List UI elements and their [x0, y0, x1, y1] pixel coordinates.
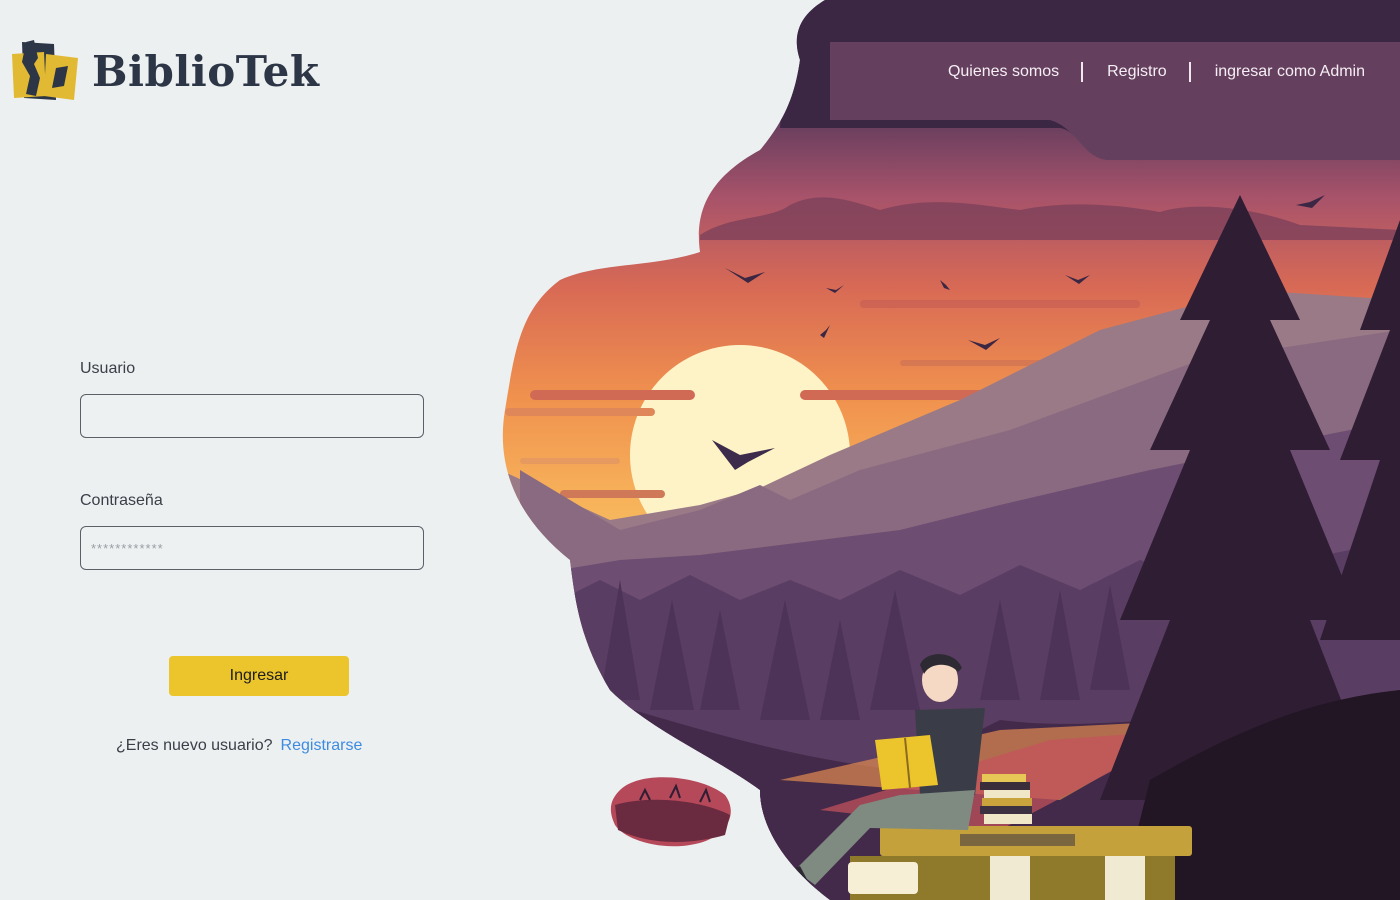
signup-prompt: ¿Eres nuevo usuario? Registrarse — [116, 737, 362, 755]
top-nav: Quienes somos Registro ingresar como Adm… — [948, 62, 1365, 82]
password-label: Contraseña — [80, 492, 163, 509]
form-spacer — [80, 438, 424, 492]
brand-name: BiblioTek — [92, 46, 320, 96]
nav-link-admin-login[interactable]: ingresar como Admin — [1215, 63, 1365, 81]
nav-divider — [1188, 62, 1191, 82]
username-label: Usuario — [80, 360, 136, 377]
login-form: Usuario Contraseña — [80, 360, 424, 570]
book-logo-icon — [12, 40, 78, 100]
signup-link[interactable]: Registrarse — [281, 737, 363, 754]
username-input[interactable] — [80, 394, 424, 438]
password-input[interactable] — [80, 526, 424, 570]
login-button[interactable]: Ingresar — [169, 656, 349, 696]
nav-link-quienes-somos[interactable]: Quienes somos — [948, 63, 1059, 81]
nav-link-registro[interactable]: Registro — [1107, 63, 1167, 81]
signup-prompt-text: ¿Eres nuevo usuario? — [116, 737, 273, 754]
brand-logo[interactable]: BiblioTek — [8, 38, 320, 104]
nav-divider — [1081, 62, 1084, 82]
